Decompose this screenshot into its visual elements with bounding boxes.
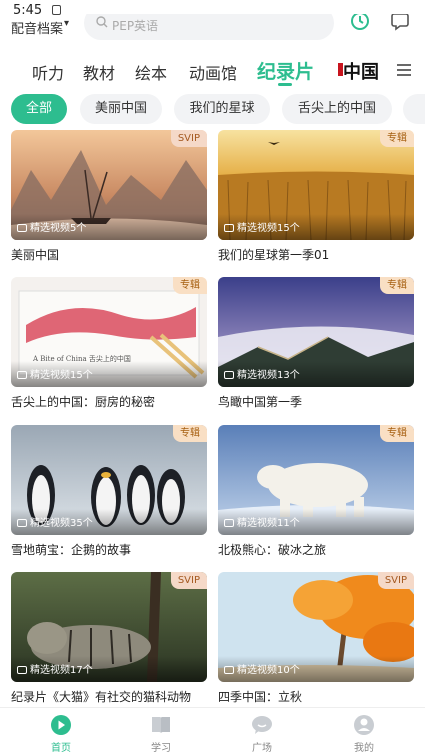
playlist-icon bbox=[224, 371, 234, 379]
video-count: 精选视频5个 bbox=[17, 219, 86, 234]
documentary-card[interactable]: 专辑 精选视频11个 北极熊心：破冰之旅 bbox=[218, 425, 414, 558]
card-title: 四季中国：立秋 bbox=[218, 690, 303, 704]
history-icon[interactable] bbox=[349, 14, 371, 32]
tab-documentary[interactable]: 纪录片 bbox=[257, 57, 314, 84]
nav-home-label: 首页 bbox=[51, 743, 71, 754]
card-title: 美丽中国 bbox=[11, 248, 60, 262]
documentary-card[interactable]: SVIP 精选视频5个 美丽中国 bbox=[11, 130, 207, 263]
documentary-card[interactable]: SVIP 精选视频10个 四季中国：立秋 bbox=[218, 572, 414, 705]
chip-our-planet[interactable]: 我们的星球 bbox=[174, 94, 270, 124]
tab-textbook[interactable]: 教材 bbox=[83, 60, 115, 84]
video-count: 精选视频35个 bbox=[17, 514, 93, 529]
search-placeholder: PEP英语 bbox=[112, 19, 159, 33]
tab-listening[interactable]: 听力 bbox=[32, 60, 64, 84]
nav-square-label: 广场 bbox=[252, 743, 272, 754]
message-icon[interactable] bbox=[389, 14, 411, 32]
documentary-card[interactable]: SVIP 精选视频17个 纪录片《大猫》有社交的猫科动物 bbox=[11, 572, 207, 705]
playlist-icon bbox=[17, 224, 27, 232]
video-count: 精选视频17个 bbox=[17, 661, 93, 676]
card-title: 北极熊心：破冰之旅 bbox=[218, 543, 327, 557]
documentary-card[interactable]: 专辑 精选视频15个 我们的星球第一季01 bbox=[218, 130, 414, 263]
playlist-icon bbox=[17, 666, 27, 674]
chip-beautiful-china[interactable]: 美丽中国 bbox=[80, 94, 162, 124]
video-count: 精选视频13个 bbox=[224, 366, 300, 381]
video-count: 精选视频15个 bbox=[224, 219, 300, 234]
album-badge: 专辑 bbox=[173, 277, 207, 294]
card-thumbnail: 专辑 精选视频15个 bbox=[218, 130, 414, 240]
card-thumbnail: SVIP 精选视频5个 bbox=[11, 130, 207, 240]
card-thumbnail: 专辑 精选视频11个 bbox=[218, 425, 414, 535]
playlist-icon bbox=[224, 224, 234, 232]
nav-home[interactable]: 首页 bbox=[31, 714, 91, 754]
top-header: 配音档案 ▾ PEP英语 bbox=[0, 14, 425, 44]
card-title: 舌尖上的中国：厨房的秘密 bbox=[11, 395, 156, 409]
svip-badge: SVIP bbox=[377, 572, 414, 589]
card-title: 鸟瞰中国第一季 bbox=[218, 395, 303, 409]
chevron-down-icon[interactable]: ▾ bbox=[64, 18, 69, 29]
playlist-icon bbox=[224, 519, 234, 527]
card-thumbnail: SVIP 精选视频10个 bbox=[218, 572, 414, 682]
nav-study[interactable]: 学习 bbox=[131, 714, 191, 754]
svip-badge: SVIP bbox=[170, 572, 207, 589]
video-count: 精选视频10个 bbox=[224, 661, 300, 676]
playlist-icon bbox=[17, 371, 27, 379]
book-icon bbox=[152, 717, 170, 733]
nav-mine[interactable]: 我的 bbox=[334, 714, 394, 754]
card-thumbnail: SVIP 精选视频17个 bbox=[11, 572, 207, 682]
china-logo[interactable]: 中国 bbox=[337, 58, 379, 83]
album-badge: 专辑 bbox=[173, 425, 207, 442]
card-title: 我们的星球第一季01 bbox=[218, 248, 330, 262]
album-badge: 专辑 bbox=[380, 277, 414, 294]
chip-all[interactable]: 全部 bbox=[11, 94, 67, 124]
china-logo-text: 中国 bbox=[343, 61, 379, 82]
chip-bite-of-china[interactable]: 舌尖上的中国 bbox=[282, 94, 392, 124]
card-thumbnail: A Bite of China 舌尖上的中国 专辑 精选视频15个 bbox=[11, 277, 207, 387]
documentary-card[interactable]: A Bite of China 舌尖上的中国 专辑 精选视频15个 舌尖上的中国… bbox=[11, 277, 207, 410]
card-thumbnail: 专辑 精选视频35个 bbox=[11, 425, 207, 535]
video-count: 精选视频15个 bbox=[17, 366, 93, 381]
chip-more[interactable] bbox=[403, 94, 425, 124]
playlist-icon bbox=[17, 519, 27, 527]
chat-bubble-icon bbox=[252, 716, 272, 734]
search-input[interactable]: PEP英语 bbox=[84, 14, 334, 40]
nav-study-label: 学习 bbox=[151, 743, 171, 754]
tab-picture-book[interactable]: 绘本 bbox=[135, 60, 167, 84]
search-icon bbox=[96, 16, 108, 28]
card-title: 纪录片《大猫》有社交的猫科动物 bbox=[11, 690, 192, 704]
active-tab-indicator bbox=[278, 83, 292, 86]
profile-selector[interactable]: 配音档案 bbox=[11, 18, 63, 37]
playlist-icon bbox=[224, 666, 234, 674]
album-badge: 专辑 bbox=[380, 130, 414, 147]
home-play-icon bbox=[51, 715, 71, 735]
documentary-card[interactable]: 专辑 精选视频35个 雪地萌宝：企鹅的故事 bbox=[11, 425, 207, 558]
bottom-nav: 首页 学习 广场 我的 bbox=[0, 707, 425, 755]
card-title: 雪地萌宝：企鹅的故事 bbox=[11, 543, 132, 557]
filter-chips: 全部 美丽中国 我们的星球 舌尖上的中国 bbox=[0, 94, 425, 126]
documentary-card[interactable]: 专辑 精选视频13个 鸟瞰中国第一季 bbox=[218, 277, 414, 410]
svip-badge: SVIP bbox=[170, 130, 207, 147]
tab-animation[interactable]: 动画馆 bbox=[189, 60, 237, 84]
nav-mine-label: 我的 bbox=[354, 743, 374, 754]
album-badge: 专辑 bbox=[380, 425, 414, 442]
menu-icon[interactable] bbox=[397, 64, 411, 76]
nav-square[interactable]: 广场 bbox=[232, 714, 292, 754]
card-thumbnail: 专辑 精选视频13个 bbox=[218, 277, 414, 387]
video-count: 精选视频11个 bbox=[224, 514, 300, 529]
profile-icon bbox=[354, 715, 374, 735]
